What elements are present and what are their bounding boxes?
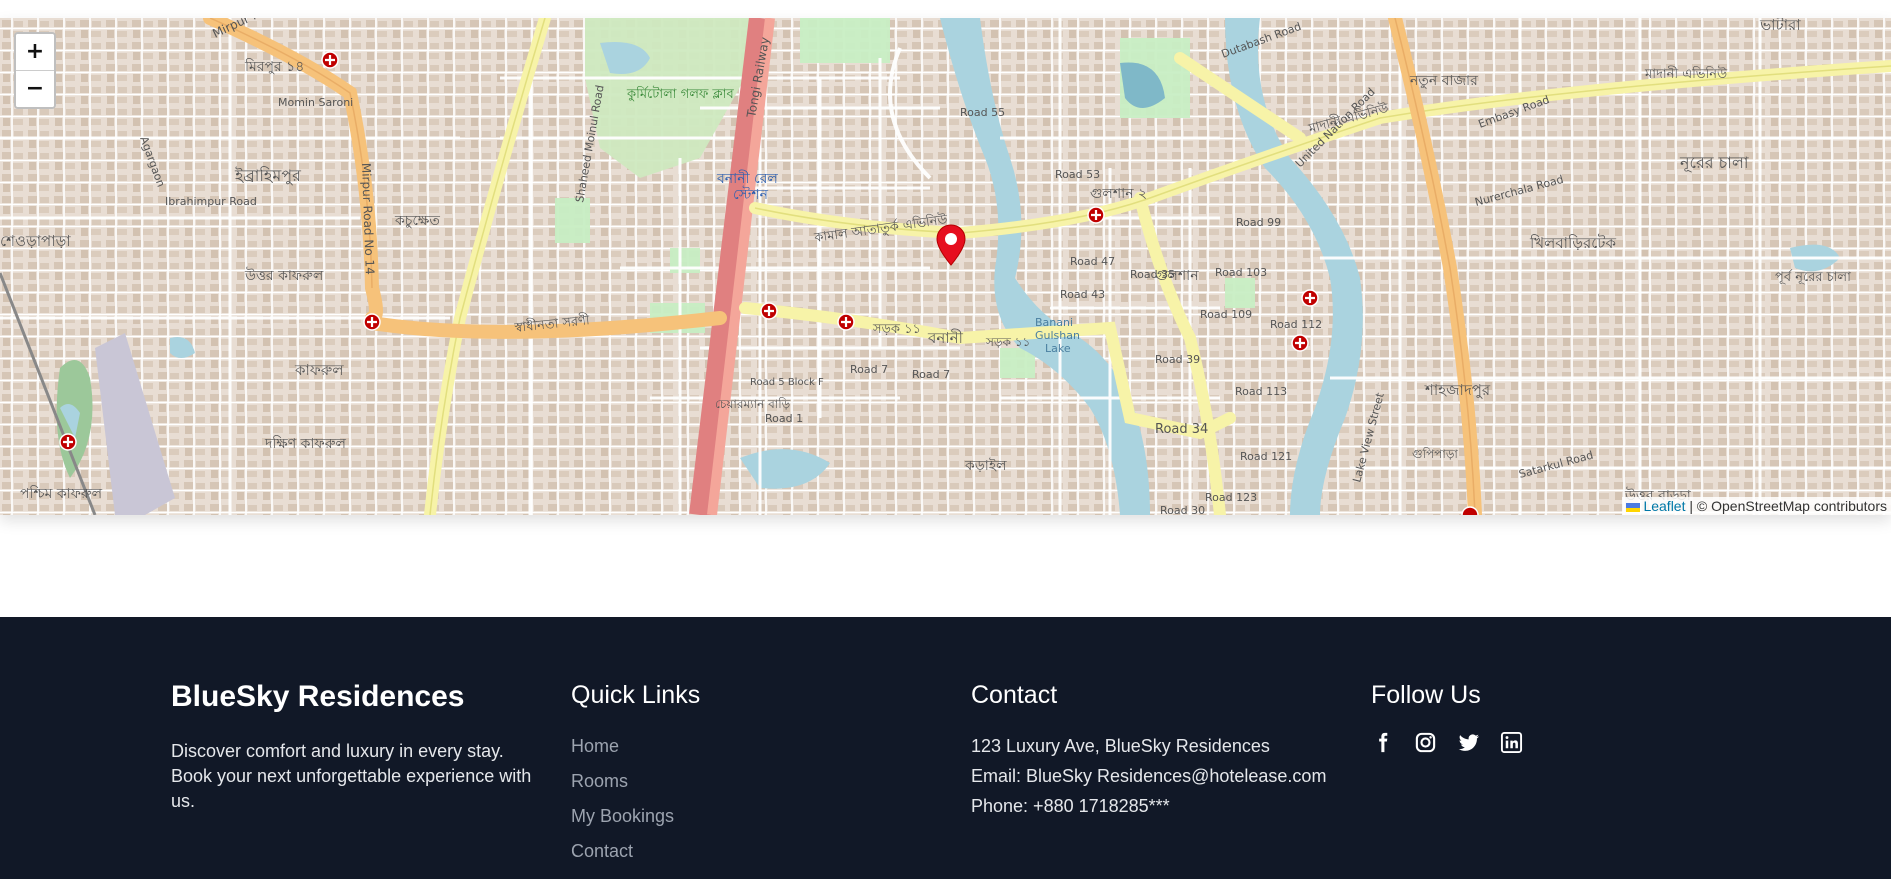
svg-text:স্টেশন: স্টেশন <box>733 186 769 203</box>
svg-text:Lake: Lake <box>1045 342 1071 355</box>
social-links <box>1371 731 1523 754</box>
svg-text:কচুক্ষেত: কচুক্ষেত <box>394 213 440 229</box>
footer-link-home[interactable]: Home <box>571 736 619 756</box>
svg-text:কড়াইল: কড়াইল <box>964 457 1007 474</box>
svg-text:দক্ষিণ কাফরুল: দক্ষিণ কাফরুল <box>264 435 346 452</box>
contact-title: Contact <box>971 681 1058 709</box>
attribution-text: | © OpenStreetMap contributors <box>1689 498 1887 514</box>
svg-text:গুলশান ২: গুলশান ২ <box>1090 186 1147 202</box>
svg-text:শাহজাদপুর: শাহজাদপুর <box>1424 381 1491 399</box>
footer-brand-description: Discover comfort and luxury in every sta… <box>171 741 532 811</box>
svg-text:Road 53: Road 53 <box>1055 168 1100 181</box>
footer-link-rooms[interactable]: Rooms <box>571 771 628 791</box>
svg-text:পশ্চিম কাফরুল: পশ্চিম কাফরুল <box>20 485 103 502</box>
footer-brand-title: BlueSky Residences <box>171 680 465 713</box>
quick-links-list: Home Rooms My Bookings Contact <box>571 734 674 874</box>
facebook-icon[interactable] <box>1371 731 1394 754</box>
svg-text:Road 5 Block F: Road 5 Block F <box>750 377 824 388</box>
svg-text:Road 47: Road 47 <box>1070 255 1115 268</box>
svg-text:Road 7: Road 7 <box>912 368 950 381</box>
location-map[interactable]: Mirpur road-14 মিরপুর ১৪ Momin Saroni Ag… <box>0 18 1891 515</box>
leaflet-link[interactable]: Leaflet <box>1643 498 1685 514</box>
svg-text:Road 34: Road 34 <box>1155 422 1208 437</box>
svg-text:Banani: Banani <box>1035 316 1073 329</box>
svg-text:Road 109: Road 109 <box>1200 308 1252 321</box>
svg-text:Road 103: Road 103 <box>1215 266 1267 279</box>
svg-text:উত্তর কাফরুল: উত্তর কাফরুল <box>244 267 324 284</box>
svg-text:সড়ক ১১: সড়ক ১১ <box>985 335 1030 349</box>
svg-text:পূর্ব নূরের চালা: পূর্ব নূরের চালা <box>1775 269 1851 285</box>
site-footer: BlueSky Residences Discover comfort and … <box>0 617 1891 879</box>
svg-text:Road 99: Road 99 <box>1236 216 1281 229</box>
svg-text:Road 112: Road 112 <box>1270 318 1322 331</box>
footer-link-contact[interactable]: Contact <box>571 841 633 861</box>
zoom-control: + − <box>14 32 56 109</box>
quick-links-title: Quick Links <box>571 681 701 709</box>
svg-text:ভাটারা: ভাটারা <box>1759 18 1801 34</box>
twitter-icon[interactable] <box>1457 731 1480 754</box>
svg-text:বনানী: বনানী <box>927 329 964 347</box>
map-attribution: Leaflet | © OpenStreetMap contributors <box>1622 497 1891 515</box>
zoom-in-button[interactable]: + <box>16 34 54 70</box>
contact-email: Email: BlueSky Residences@hotelease.com <box>971 766 1327 786</box>
svg-text:কাফরুল: কাফরুল <box>294 361 344 379</box>
svg-text:গুপিপাড়া: গুপিপাড়া <box>1412 447 1458 461</box>
svg-text:নতুন বাজার: নতুন বাজার <box>1409 73 1478 89</box>
contact-address: 123 Luxury Ave, BlueSky Residences <box>971 736 1270 756</box>
map-marker-pin-icon[interactable] <box>936 224 966 271</box>
svg-text:Ibrahimpur Road: Ibrahimpur Road <box>165 195 257 208</box>
svg-text:মাদানী এভিনিউ: মাদানী এভিনিউ <box>1644 66 1728 82</box>
linkedin-icon[interactable] <box>1500 731 1523 754</box>
svg-text:খিলবাড়িরটেক: খিলবাড়িরটেক <box>1529 234 1616 252</box>
footer-link-my-bookings[interactable]: My Bookings <box>571 806 674 826</box>
svg-text:সড়ক ১১: সড়ক ১১ <box>872 322 921 337</box>
svg-text:নূরের চালা: নূরের চালা <box>1679 153 1749 173</box>
contact-details: 123 Luxury Ave, BlueSky Residences Email… <box>971 734 1326 824</box>
ukraine-flag-icon <box>1626 503 1641 512</box>
svg-text:Road 123: Road 123 <box>1205 491 1257 504</box>
svg-text:ইব্রাহিমপুর: ইব্রাহিমপুর <box>234 166 302 185</box>
svg-text:মিরপুর ১৪: মিরপুর ১৪ <box>244 58 304 75</box>
svg-text:কুর্মিটোলা গলফ ক্লাব: কুর্মিটোলা গলফ ক্লাব <box>626 86 734 102</box>
follow-us-title: Follow Us <box>1371 681 1481 709</box>
svg-text:Road 121: Road 121 <box>1240 450 1292 463</box>
contact-phone: Phone: +880 1718285*** <box>971 796 1170 816</box>
svg-text:Road 30: Road 30 <box>1160 504 1205 515</box>
svg-text:Road 35: Road 35 <box>1130 268 1175 281</box>
svg-text:Road 55: Road 55 <box>960 106 1005 119</box>
svg-text:Road 7: Road 7 <box>850 363 888 376</box>
svg-text:Road 43: Road 43 <box>1060 288 1105 301</box>
svg-text:বনানী রেল: বনানী রেল <box>716 170 778 187</box>
svg-text:চেয়ারম্যান বাড়ি: চেয়ারম্যান বাড়ি <box>715 397 791 411</box>
zoom-out-button[interactable]: − <box>16 70 54 107</box>
svg-text:শেওড়াপাড়া: শেওড়াপাড়া <box>0 232 71 250</box>
instagram-icon[interactable] <box>1414 731 1437 754</box>
svg-text:Road 113: Road 113 <box>1235 385 1287 398</box>
svg-text:Gulshan: Gulshan <box>1035 329 1080 342</box>
svg-text:Momin Saroni: Momin Saroni <box>278 96 353 109</box>
svg-text:Road 1: Road 1 <box>765 412 803 425</box>
svg-text:Road 39: Road 39 <box>1155 353 1200 366</box>
